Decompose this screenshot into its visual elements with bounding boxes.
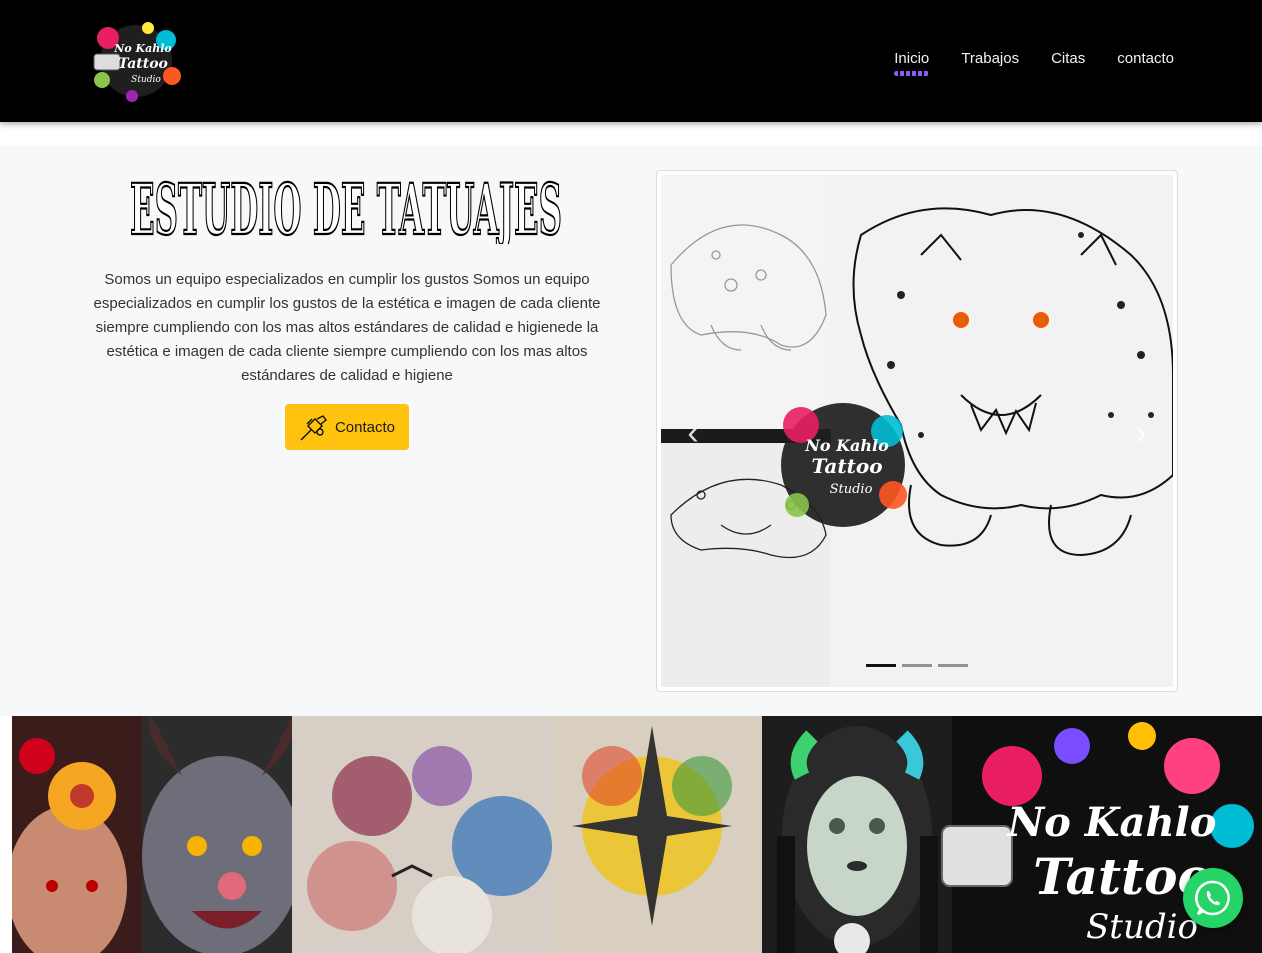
image-carousel: No Kahlo Tattoo Studio ‹ ›: [656, 170, 1178, 692]
svg-text:No Kahlo: No Kahlo: [804, 436, 889, 455]
main-nav: Inicio Trabajos Citas contacto: [894, 50, 1174, 76]
carousel-indicator-2[interactable]: [902, 664, 932, 667]
carousel-prev-button[interactable]: ‹: [681, 415, 705, 451]
carousel-slide: No Kahlo Tattoo Studio ‹ ›: [661, 175, 1173, 687]
svg-text:ESTUDIO DE TATUAJES: ESTUDIO DE TATUAJES: [130, 168, 562, 244]
carousel-next-button[interactable]: ›: [1129, 415, 1153, 451]
nav-item-contacto[interactable]: contacto: [1117, 50, 1174, 67]
svg-text:Tattoo: Tattoo: [118, 56, 168, 72]
tattoo-machine-icon: [300, 415, 327, 441]
carousel-indicators: [866, 664, 968, 667]
svg-text:No Kahlo: No Kahlo: [1006, 799, 1217, 846]
site-header: No Kahlo Tattoo Studio Inicio Trabajos C…: [0, 0, 1262, 122]
svg-text:No Kahlo: No Kahlo: [113, 42, 171, 55]
chevron-left-icon: ‹: [687, 414, 699, 452]
svg-text:Studio: Studio: [830, 482, 873, 497]
chevron-right-icon: ›: [1135, 414, 1147, 452]
brand-logo[interactable]: No Kahlo Tattoo Studio: [88, 20, 184, 102]
logo-image: No Kahlo Tattoo Studio: [93, 22, 181, 102]
carousel-indicator-1[interactable]: [866, 664, 896, 667]
hero-section: ESTUDIO DE TATUAJES Somos un equipo espe…: [0, 146, 1262, 716]
tattoo-gallery-banner: No Kahlo Tattoo Studio: [12, 716, 1262, 953]
whatsapp-icon: [1195, 880, 1230, 916]
hero-description: Somos un equipo especializados en cumpli…: [93, 271, 601, 384]
svg-text:Studio: Studio: [1086, 907, 1198, 947]
svg-text:Studio: Studio: [131, 75, 161, 85]
carousel-indicator-3[interactable]: [938, 664, 968, 667]
gallery-collage-image: No Kahlo Tattoo Studio: [12, 716, 1262, 953]
jaguar-sketch-image: No Kahlo Tattoo Studio: [661, 175, 1173, 687]
contact-button[interactable]: Contacto: [285, 404, 409, 450]
nav-item-citas[interactable]: Citas: [1051, 50, 1085, 67]
nav-item-inicio[interactable]: Inicio: [894, 50, 930, 76]
svg-text:Tattoo: Tattoo: [811, 454, 882, 478]
whatsapp-button[interactable]: [1183, 868, 1243, 928]
contact-button-label: Contacto: [334, 418, 396, 436]
nav-item-trabajos[interactable]: Trabajos: [961, 50, 1019, 67]
hero-title: ESTUDIO DE TATUAJES: [129, 167, 563, 244]
